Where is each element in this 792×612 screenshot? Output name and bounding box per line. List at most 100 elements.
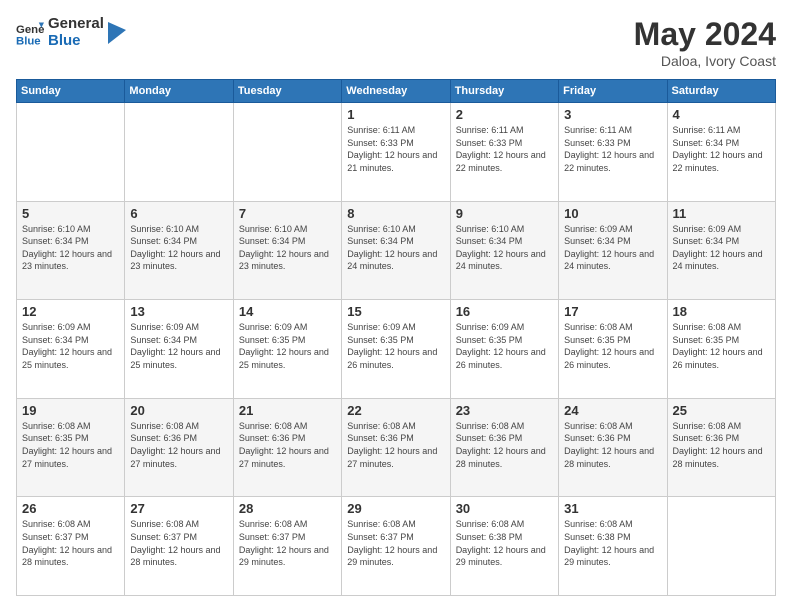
day-number: 13: [130, 304, 227, 319]
day-number: 18: [673, 304, 770, 319]
day-info: Sunrise: 6:11 AM Sunset: 6:33 PM Dayligh…: [347, 124, 444, 174]
calendar-cell: 6 Sunrise: 6:10 AM Sunset: 6:34 PM Daylig…: [125, 201, 233, 300]
day-info: Sunrise: 6:08 AM Sunset: 6:36 PM Dayligh…: [130, 420, 227, 470]
day-number: 20: [130, 403, 227, 418]
day-number: 27: [130, 501, 227, 516]
day-number: 9: [456, 206, 553, 221]
logo: General Blue General Blue: [16, 16, 126, 49]
day-info: Sunrise: 6:09 AM Sunset: 6:35 PM Dayligh…: [347, 321, 444, 371]
day-info: Sunrise: 6:10 AM Sunset: 6:34 PM Dayligh…: [239, 223, 336, 273]
calendar-cell: 4Sunrise: 6:11 AM Sunset: 6:34 PM Daylig…: [667, 103, 775, 202]
day-number: 16: [456, 304, 553, 319]
subtitle: Daloa, Ivory Coast: [634, 53, 776, 69]
calendar-cell: 23 Sunrise: 6:08 AM Sunset: 6:36 PM Dayli…: [450, 398, 558, 497]
calendar-cell: 26 Sunrise: 6:08 AM Sunset: 6:37 PM Dayli…: [17, 497, 125, 596]
logo-line1: General: [48, 16, 104, 33]
day-info: Sunrise: 6:10 AM Sunset: 6:34 PM Dayligh…: [22, 223, 119, 273]
day-number: 30: [456, 501, 553, 516]
calendar-cell: [17, 103, 125, 202]
day-info: Sunrise: 6:08 AM Sunset: 6:35 PM Dayligh…: [673, 321, 770, 371]
day-info: Sunrise: 6:08 AM Sunset: 6:36 PM Dayligh…: [564, 420, 661, 470]
calendar-cell: 24Sunrise: 6:08 AM Sunset: 6:36 PM Dayli…: [559, 398, 667, 497]
calendar-table: Sunday Monday Tuesday Wednesday Thursday…: [16, 79, 776, 596]
day-info: Sunrise: 6:10 AM Sunset: 6:34 PM Dayligh…: [347, 223, 444, 273]
calendar-cell: 14Sunrise: 6:09 AM Sunset: 6:35 PM Dayli…: [233, 300, 341, 399]
day-number: 2: [456, 107, 553, 122]
calendar-cell: 13 Sunrise: 6:09 AM Sunset: 6:34 PM Dayli…: [125, 300, 233, 399]
day-info: Sunrise: 6:11 AM Sunset: 6:33 PM Dayligh…: [456, 124, 553, 174]
day-number: 1: [347, 107, 444, 122]
day-info: Sunrise: 6:08 AM Sunset: 6:36 PM Dayligh…: [456, 420, 553, 470]
day-info: Sunrise: 6:09 AM Sunset: 6:34 PM Dayligh…: [564, 223, 661, 273]
calendar-week-2: 5 Sunrise: 6:10 AM Sunset: 6:34 PM Daylig…: [17, 201, 776, 300]
day-info: Sunrise: 6:08 AM Sunset: 6:36 PM Dayligh…: [239, 420, 336, 470]
calendar-cell: 27 Sunrise: 6:08 AM Sunset: 6:37 PM Dayli…: [125, 497, 233, 596]
col-sunday: Sunday: [17, 80, 125, 103]
day-info: Sunrise: 6:08 AM Sunset: 6:37 PM Dayligh…: [239, 518, 336, 568]
day-number: 8: [347, 206, 444, 221]
calendar-cell: 21Sunrise: 6:08 AM Sunset: 6:36 PM Dayli…: [233, 398, 341, 497]
col-friday: Friday: [559, 80, 667, 103]
col-thursday: Thursday: [450, 80, 558, 103]
day-number: 19: [22, 403, 119, 418]
day-info: Sunrise: 6:08 AM Sunset: 6:35 PM Dayligh…: [22, 420, 119, 470]
svg-text:General: General: [16, 24, 44, 36]
calendar-cell: 5 Sunrise: 6:10 AM Sunset: 6:34 PM Daylig…: [17, 201, 125, 300]
day-info: Sunrise: 6:10 AM Sunset: 6:34 PM Dayligh…: [456, 223, 553, 273]
day-number: 25: [673, 403, 770, 418]
title-block: May 2024 Daloa, Ivory Coast: [634, 16, 776, 69]
day-info: Sunrise: 6:09 AM Sunset: 6:34 PM Dayligh…: [673, 223, 770, 273]
day-info: Sunrise: 6:10 AM Sunset: 6:34 PM Dayligh…: [130, 223, 227, 273]
calendar-cell: 9 Sunrise: 6:10 AM Sunset: 6:34 PM Daylig…: [450, 201, 558, 300]
calendar-cell: [125, 103, 233, 202]
day-number: 6: [130, 206, 227, 221]
calendar-cell: 18 Sunrise: 6:08 AM Sunset: 6:35 PM Dayli…: [667, 300, 775, 399]
day-number: 17: [564, 304, 661, 319]
logo-icon: General Blue: [16, 19, 44, 47]
day-info: Sunrise: 6:08 AM Sunset: 6:37 PM Dayligh…: [347, 518, 444, 568]
day-info: Sunrise: 6:09 AM Sunset: 6:34 PM Dayligh…: [22, 321, 119, 371]
day-number: 3: [564, 107, 661, 122]
calendar-header-row: Sunday Monday Tuesday Wednesday Thursday…: [17, 80, 776, 103]
calendar-cell: 22Sunrise: 6:08 AM Sunset: 6:36 PM Dayli…: [342, 398, 450, 497]
day-info: Sunrise: 6:08 AM Sunset: 6:38 PM Dayligh…: [456, 518, 553, 568]
day-number: 31: [564, 501, 661, 516]
calendar-week-1: 1 Sunrise: 6:11 AM Sunset: 6:33 PM Daylig…: [17, 103, 776, 202]
day-number: 14: [239, 304, 336, 319]
calendar-cell: 10Sunrise: 6:09 AM Sunset: 6:34 PM Dayli…: [559, 201, 667, 300]
col-wednesday: Wednesday: [342, 80, 450, 103]
day-info: Sunrise: 6:08 AM Sunset: 6:35 PM Dayligh…: [564, 321, 661, 371]
day-number: 7: [239, 206, 336, 221]
calendar-cell: 2 Sunrise: 6:11 AM Sunset: 6:33 PM Daylig…: [450, 103, 558, 202]
day-number: 26: [22, 501, 119, 516]
day-number: 23: [456, 403, 553, 418]
day-info: Sunrise: 6:09 AM Sunset: 6:34 PM Dayligh…: [130, 321, 227, 371]
day-number: 5: [22, 206, 119, 221]
day-info: Sunrise: 6:11 AM Sunset: 6:33 PM Dayligh…: [564, 124, 661, 174]
calendar-cell: 20 Sunrise: 6:08 AM Sunset: 6:36 PM Dayli…: [125, 398, 233, 497]
calendar-cell: 1 Sunrise: 6:11 AM Sunset: 6:33 PM Daylig…: [342, 103, 450, 202]
calendar-week-5: 26 Sunrise: 6:08 AM Sunset: 6:37 PM Dayli…: [17, 497, 776, 596]
calendar-cell: 25 Sunrise: 6:08 AM Sunset: 6:36 PM Dayli…: [667, 398, 775, 497]
calendar-cell: 30 Sunrise: 6:08 AM Sunset: 6:38 PM Dayli…: [450, 497, 558, 596]
svg-text:Blue: Blue: [16, 35, 41, 47]
calendar-cell: 11Sunrise: 6:09 AM Sunset: 6:34 PM Dayli…: [667, 201, 775, 300]
calendar-cell: 31Sunrise: 6:08 AM Sunset: 6:38 PM Dayli…: [559, 497, 667, 596]
col-tuesday: Tuesday: [233, 80, 341, 103]
day-number: 28: [239, 501, 336, 516]
day-info: Sunrise: 6:08 AM Sunset: 6:36 PM Dayligh…: [673, 420, 770, 470]
header: General Blue General Blue May 2024 Daloa…: [16, 16, 776, 69]
calendar-cell: 17 Sunrise: 6:08 AM Sunset: 6:35 PM Dayli…: [559, 300, 667, 399]
day-info: Sunrise: 6:08 AM Sunset: 6:37 PM Dayligh…: [22, 518, 119, 568]
day-number: 15: [347, 304, 444, 319]
calendar-cell: 3 Sunrise: 6:11 AM Sunset: 6:33 PM Daylig…: [559, 103, 667, 202]
calendar-cell: 19 Sunrise: 6:08 AM Sunset: 6:35 PM Dayli…: [17, 398, 125, 497]
day-info: Sunrise: 6:08 AM Sunset: 6:37 PM Dayligh…: [130, 518, 227, 568]
day-number: 12: [22, 304, 119, 319]
logo-line2: Blue: [48, 33, 104, 50]
calendar-week-3: 12 Sunrise: 6:09 AM Sunset: 6:34 PM Dayli…: [17, 300, 776, 399]
day-info: Sunrise: 6:09 AM Sunset: 6:35 PM Dayligh…: [456, 321, 553, 371]
day-number: 4: [673, 107, 770, 122]
calendar-cell: 7 Sunrise: 6:10 AM Sunset: 6:34 PM Daylig…: [233, 201, 341, 300]
col-monday: Monday: [125, 80, 233, 103]
